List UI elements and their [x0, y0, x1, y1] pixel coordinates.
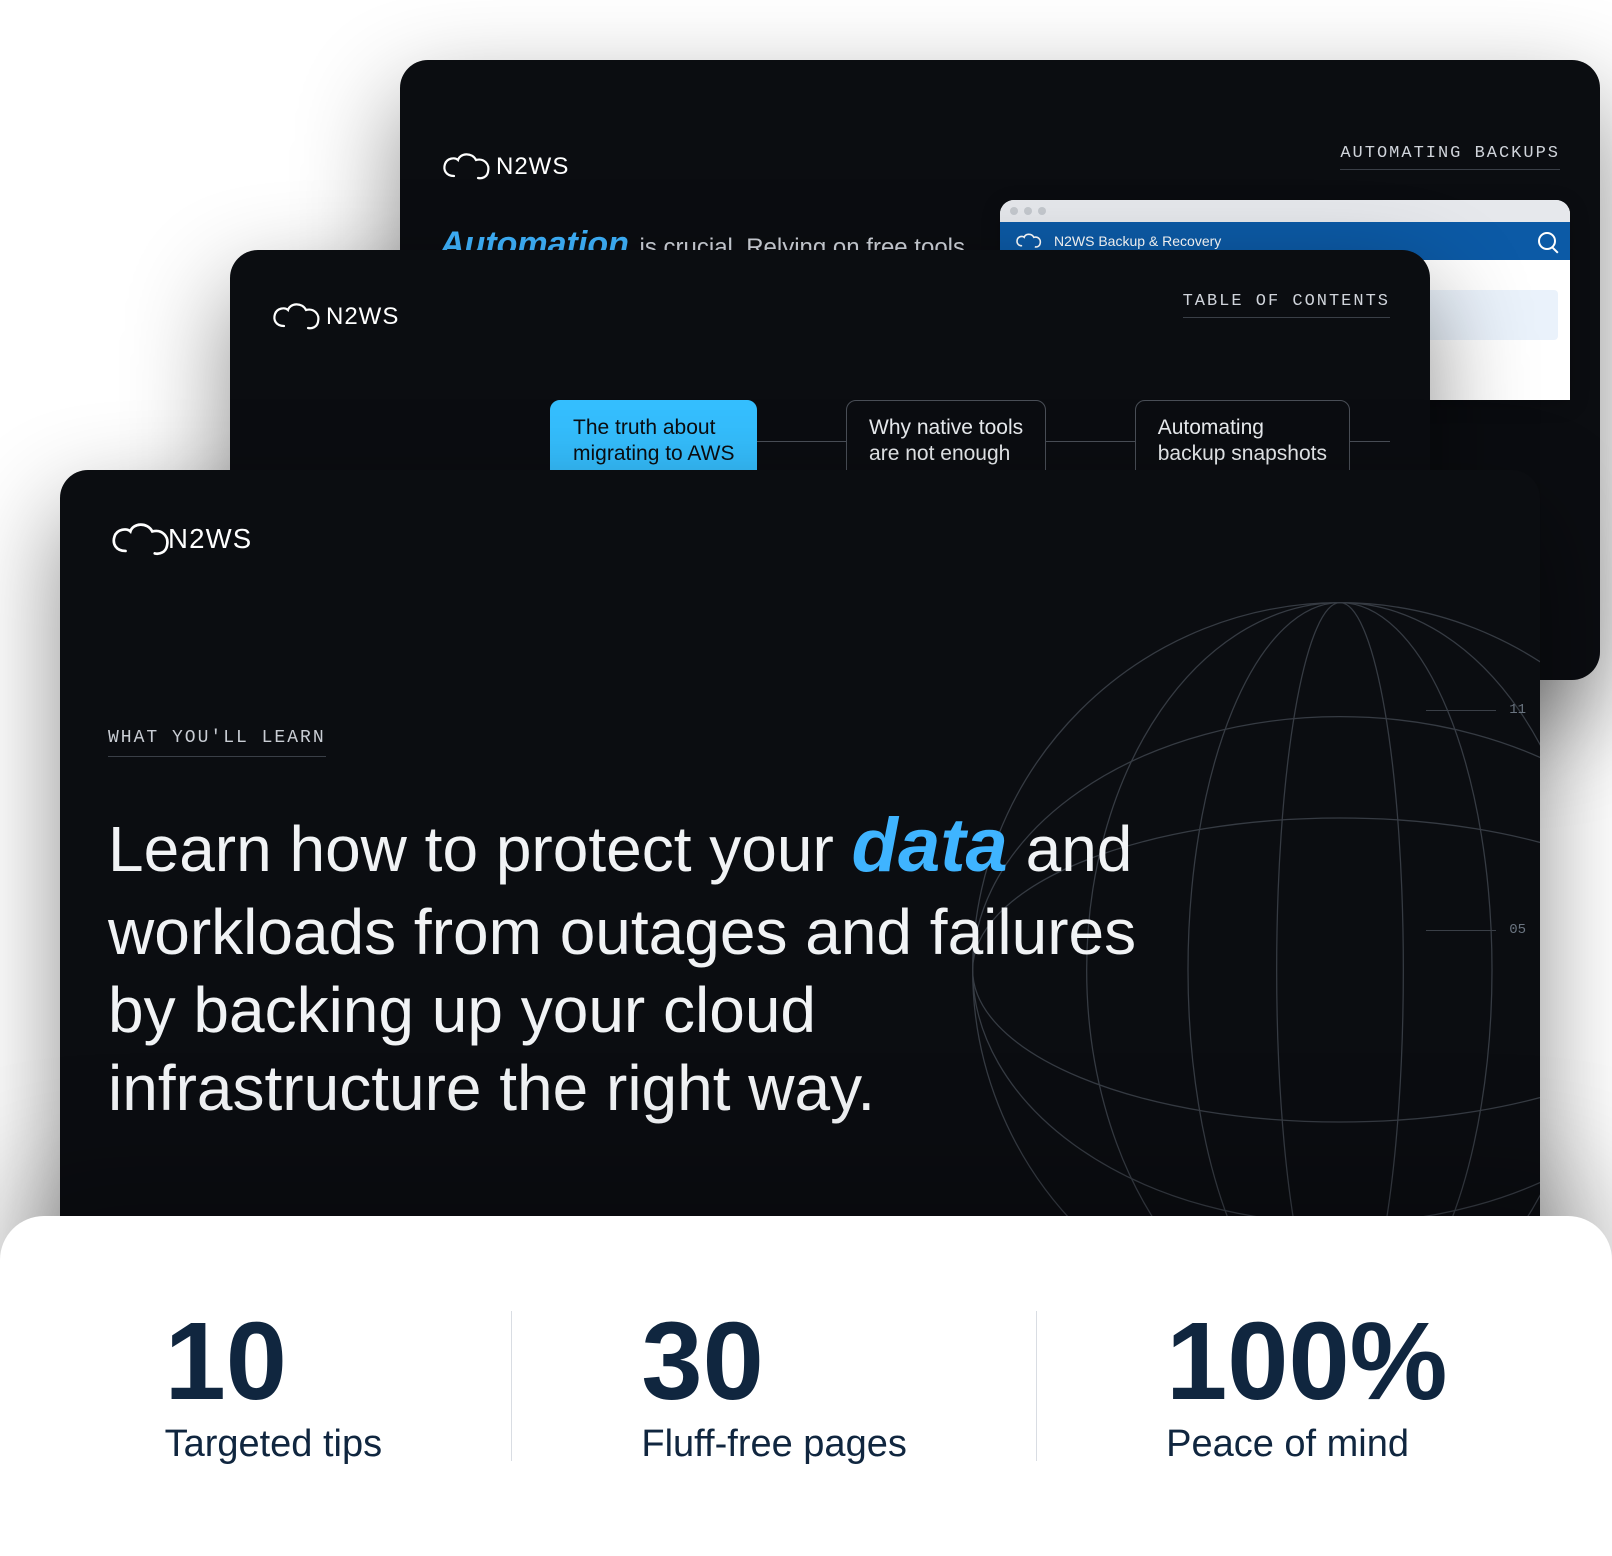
cloud-icon — [1014, 232, 1044, 250]
stat-label: Fluff-free pages — [641, 1423, 906, 1466]
ruler-number: 05 — [1509, 922, 1526, 938]
section-label: WHAT YOU'LL LEARN — [108, 728, 326, 757]
app-tile-blank — [1424, 290, 1558, 340]
window-dot — [1010, 207, 1018, 215]
stat-pages: 30 Fluff-free pages — [601, 1307, 946, 1466]
window-toolbar — [1000, 200, 1570, 222]
ruler-tick — [1426, 710, 1496, 711]
stat-number: 10 — [165, 1307, 287, 1417]
cloud-icon — [440, 150, 494, 184]
app-title: N2WS Backup & Recovery — [1054, 233, 1221, 249]
window-dot — [1038, 207, 1046, 215]
stat-number: 100% — [1166, 1307, 1447, 1417]
stat-peace: 100% Peace of mind — [1126, 1307, 1487, 1466]
headline-pre: Learn how to protect your — [108, 813, 852, 885]
brand-logo: N2WS — [270, 300, 399, 334]
headline: Learn how to protect your data and workl… — [108, 800, 1168, 1127]
toc-connector — [1350, 441, 1390, 442]
stat-number: 30 — [641, 1307, 763, 1417]
cloud-icon — [108, 519, 175, 560]
headline-emphasis: data — [852, 803, 1008, 888]
stat-tips: 10 Targeted tips — [125, 1307, 423, 1466]
stat-label: Peace of mind — [1166, 1423, 1409, 1466]
stats-band: 10 Targeted tips 30 Fluff-free pages 100… — [0, 1216, 1612, 1556]
stat-divider — [1036, 1311, 1037, 1461]
brand-text: N2WS — [496, 153, 569, 181]
ruler-tick — [1426, 930, 1496, 931]
brand-text: N2WS — [326, 303, 399, 331]
ruler-number: 11 — [1509, 702, 1526, 718]
toc-connector — [757, 441, 846, 442]
search-icon[interactable] — [1538, 232, 1556, 250]
section-tag-automation: AUTOMATING BACKUPS — [1340, 144, 1560, 170]
brand-logo: N2WS — [440, 150, 569, 184]
brand-logo: N2WS — [108, 522, 241, 558]
cloud-icon — [270, 300, 324, 334]
stat-divider — [511, 1311, 512, 1461]
stat-label: Targeted tips — [165, 1423, 383, 1466]
section-tag-toc: TABLE OF CONTENTS — [1183, 292, 1390, 318]
toc-connector — [1046, 441, 1135, 442]
brand-text: N2WS — [168, 524, 252, 556]
window-dot — [1024, 207, 1032, 215]
